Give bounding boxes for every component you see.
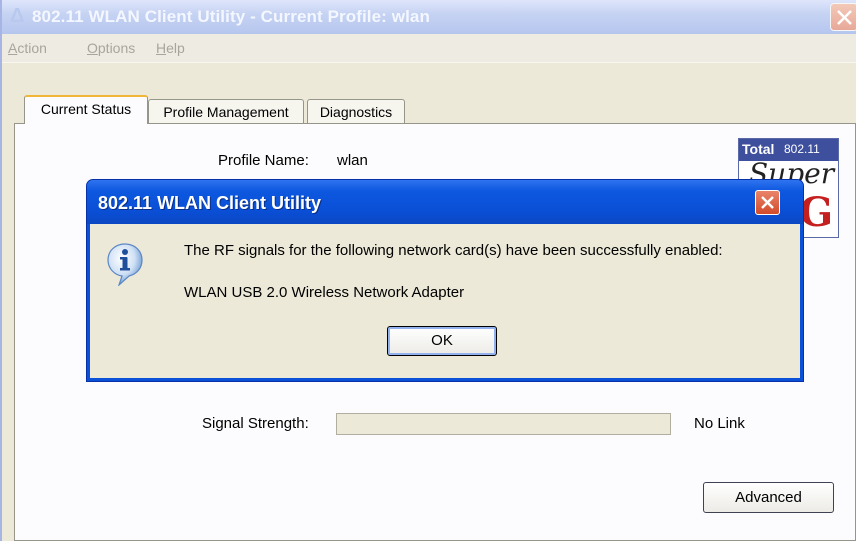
dialog-close-button[interactable] — [755, 190, 780, 215]
ok-button[interactable]: OK — [387, 326, 497, 356]
signal-strength-label: Signal Strength: — [202, 415, 309, 432]
tab-current-status[interactable]: Current Status — [24, 95, 148, 124]
info-dialog: 802.11 WLAN Client Utility The RF signal… — [86, 179, 804, 382]
dialog-title-bar[interactable]: 802.11 WLAN Client Utility — [87, 180, 803, 224]
window-close-button[interactable] — [830, 3, 856, 31]
window-title: 802.11 WLAN Client Utility - Current Pro… — [32, 7, 430, 26]
menu-options[interactable]: Options — [87, 40, 135, 56]
dialog-message: The RF signals for the following network… — [184, 242, 723, 259]
advanced-button[interactable]: Advanced — [703, 482, 834, 513]
tab-profile-management[interactable]: Profile Management — [148, 99, 304, 124]
profile-name-label: Profile Name: — [218, 152, 309, 169]
logo-brand: Total — [742, 141, 775, 157]
menu-action[interactable]: Action — [8, 40, 47, 56]
profile-name-value: wlan — [337, 152, 368, 169]
signal-strength-value: No Link — [694, 415, 745, 432]
tab-diagnostics[interactable]: Diagnostics — [307, 99, 405, 124]
close-icon — [761, 196, 774, 209]
menu-help[interactable]: Help — [156, 40, 185, 56]
close-icon — [837, 10, 852, 25]
dialog-body: The RF signals for the following network… — [90, 224, 800, 378]
title-bar[interactable]: Δ 802.11 WLAN Client Utility - Current P… — [2, 0, 856, 34]
signal-strength-bar — [336, 413, 671, 435]
logo-standard: 802.11 — [784, 142, 820, 156]
antenna-icon: Δ — [10, 5, 25, 27]
tab-label: Profile Management — [163, 104, 289, 120]
menu-bar: Action Options Help — [2, 34, 856, 63]
tab-label: Current Status — [40, 101, 132, 117]
info-icon — [107, 243, 143, 286]
dialog-title: 802.11 WLAN Client Utility — [98, 193, 322, 213]
logo-letter: G — [799, 189, 834, 236]
dialog-device-name: WLAN USB 2.0 Wireless Network Adapter — [184, 284, 465, 301]
main-window: Δ 802.11 WLAN Client Utility - Current P… — [0, 0, 856, 541]
tab-label: Diagnostics — [319, 104, 393, 120]
